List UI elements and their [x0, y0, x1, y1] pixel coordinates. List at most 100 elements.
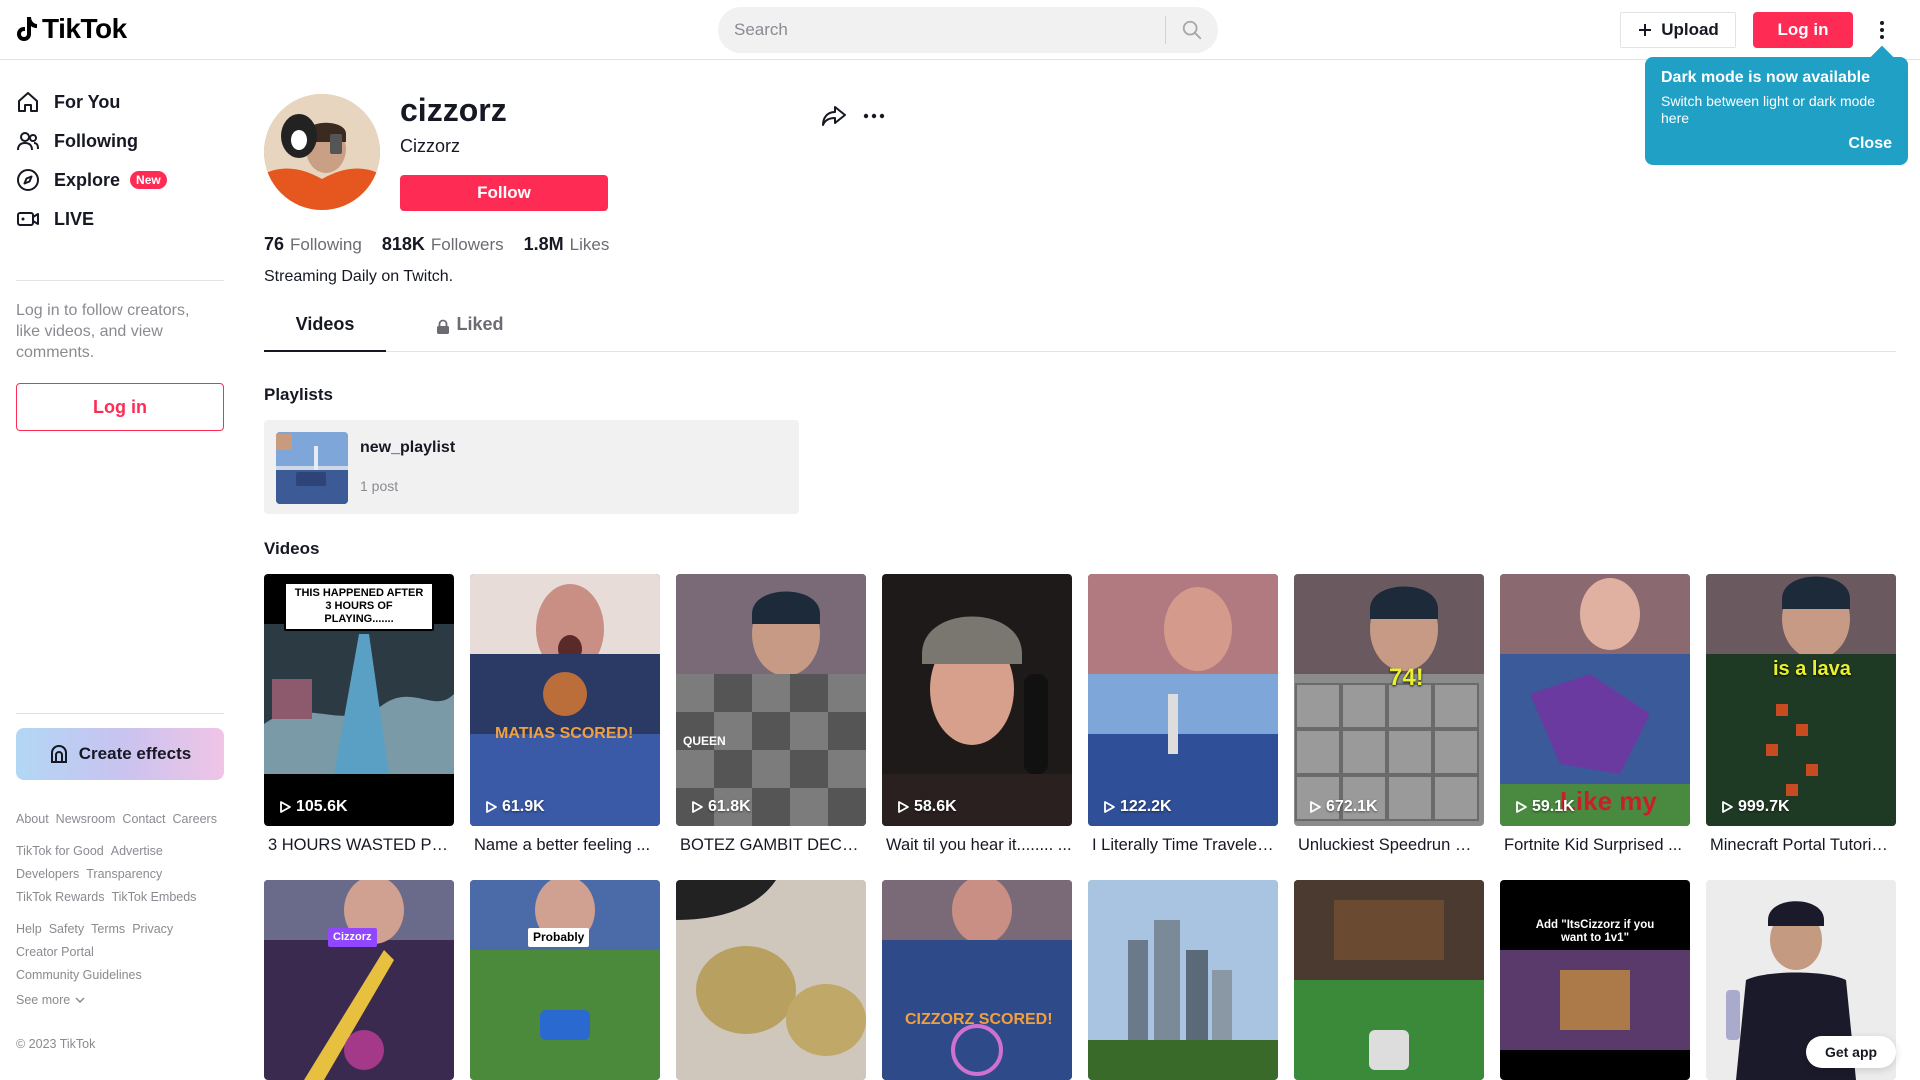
footer-link-help[interactable]: Help — [16, 922, 42, 936]
likes-count: 1.8M — [523, 234, 564, 254]
profile-nickname: Cizzorz — [400, 136, 461, 156]
view-count: 61.9K — [484, 798, 545, 816]
following-count: 76 — [264, 234, 285, 254]
view-count-value: 672.1K — [1326, 798, 1378, 815]
video-card[interactable]: Probably — [470, 880, 660, 1080]
footer-link-tiktok-for-good[interactable]: TikTok for Good — [16, 844, 104, 858]
copyright: © 2023 TikTok — [16, 1037, 96, 1051]
sidebar-divider — [16, 713, 224, 714]
video-card[interactable]: is a lava 999.7K Minecraft Portal Tutori… — [1706, 574, 1896, 855]
search-input[interactable] — [718, 7, 1165, 53]
video-title: 3 HOURS WASTED PLAYING... — [268, 836, 454, 854]
search-button[interactable] — [1166, 7, 1218, 53]
tab-videos[interactable]: Videos — [264, 314, 386, 352]
footer-link-advertise[interactable]: Advertise — [111, 844, 163, 858]
footer-link-developers[interactable]: Developers — [16, 867, 79, 881]
tiktok-note-icon — [17, 17, 37, 41]
footer-link-transparency[interactable]: Transparency — [86, 867, 162, 881]
nav-for-you[interactable]: For You — [16, 80, 120, 124]
home-icon — [16, 90, 40, 114]
video-thumbnail: 58.6K — [882, 574, 1072, 826]
profile-username: cizzorz — [400, 92, 507, 128]
video-card[interactable]: 58.6K Wait til you hear it........ ... — [882, 574, 1072, 855]
header-login-button[interactable]: Log in — [1753, 12, 1853, 48]
playlist-card[interactable]: new_playlist 1 post — [264, 420, 799, 514]
playlist-thumbnail — [276, 432, 348, 504]
video-thumbnail: 74! 672.1K — [1294, 574, 1484, 826]
footer-link-privacy[interactable]: Privacy — [132, 922, 173, 936]
avatar — [264, 94, 380, 210]
footer-link-tiktok-rewards[interactable]: TikTok Rewards — [16, 890, 104, 904]
play-icon — [1104, 801, 1115, 813]
video-thumbnail: CIZZORZ SCORED! — [882, 880, 1072, 1080]
view-count: 105.6K — [278, 798, 348, 816]
view-count: 672.1K — [1308, 798, 1378, 816]
tooltip-close-button[interactable]: Close — [1848, 135, 1892, 153]
footer-link-about[interactable]: About — [16, 812, 49, 826]
playlists-heading: Playlists — [264, 385, 333, 404]
see-more-button[interactable]: See more — [16, 993, 85, 1007]
get-app-button[interactable]: Get app — [1806, 1036, 1896, 1068]
footer-link-contact[interactable]: Contact — [122, 812, 165, 826]
upload-button[interactable]: Upload — [1620, 12, 1736, 48]
video-card[interactable]: Like my 59.1K Fortnite Kid Surprised ... — [1500, 574, 1690, 855]
footer-link-safety[interactable]: Safety — [49, 922, 84, 936]
chevron-down-icon — [75, 997, 85, 1003]
footer-row: TikTok Rewards TikTok Embeds — [16, 890, 226, 904]
sidebar-login-button[interactable]: Log in — [16, 383, 224, 431]
nav-explore[interactable]: Explore New — [16, 158, 167, 202]
footer-row: Creator Portal — [16, 945, 226, 959]
share-button[interactable] — [820, 102, 848, 130]
tiktok-logo[interactable]: TikTok — [16, 13, 127, 45]
video-card[interactable]: QUEEN 61.8K BOTEZ GAMBIT DECLINED... — [676, 574, 866, 855]
video-thumbnail: QUEEN 61.8K — [676, 574, 866, 826]
plus-icon — [1639, 24, 1652, 36]
video-card[interactable]: MATIAS SCORED! 61.9K Name a better feeli… — [470, 574, 660, 855]
video-overlay-text: QUEEN — [683, 734, 726, 748]
nav-live[interactable]: LIVE — [16, 197, 94, 241]
footer-link-terms[interactable]: Terms — [91, 922, 125, 936]
create-effects-button[interactable]: Create effects — [16, 728, 224, 780]
play-icon — [486, 801, 497, 813]
view-count-value: 999.7K — [1738, 798, 1790, 815]
nav-following[interactable]: Following — [16, 119, 138, 163]
see-more-label: See more — [16, 993, 71, 1007]
video-card[interactable]: THIS HAPPENED AFTER 3 HOURS OF PLAYING..… — [264, 574, 454, 855]
share-icon — [822, 106, 846, 126]
video-card[interactable]: Cizzorz — [264, 880, 454, 1080]
video-title: Name a better feeling ... — [474, 836, 651, 854]
footer-link-tiktok-embeds[interactable]: TikTok Embeds — [111, 890, 196, 904]
video-card[interactable]: Add "ItsCizzorz if you want to 1v1" — [1500, 880, 1690, 1080]
video-card[interactable]: 74! 672.1K Unluckiest Speedrun Moment... — [1294, 574, 1484, 855]
video-overlay-text: is a lava — [1773, 658, 1851, 680]
video-card[interactable] — [676, 880, 866, 1080]
video-card[interactable] — [1088, 880, 1278, 1080]
video-thumbnail: Add "ItsCizzorz if you want to 1v1" — [1500, 880, 1690, 1080]
footer-link-careers[interactable]: Careers — [173, 812, 217, 826]
footer-link-creator-portal[interactable]: Creator Portal — [16, 945, 94, 959]
footer-link-community-guidelines[interactable]: Community Guidelines — [16, 968, 142, 982]
lock-icon — [437, 319, 450, 334]
nav-following-label: Following — [54, 130, 138, 151]
view-count-value: 105.6K — [296, 798, 348, 815]
following-stat[interactable]: 76 Following — [264, 234, 362, 255]
sidebar: For You Following Explore New LIVE Log i… — [0, 60, 240, 1080]
videos-heading: Videos — [264, 539, 320, 558]
video-thumbnail: THIS HAPPENED AFTER 3 HOURS OF PLAYING..… — [264, 574, 454, 826]
tooltip-text: Switch between light or dark mode here — [1661, 93, 1875, 126]
followers-stat[interactable]: 818K Followers — [382, 234, 504, 255]
view-count: 122.2K — [1102, 798, 1172, 816]
video-card[interactable] — [1294, 880, 1484, 1080]
more-menu-button[interactable] — [1870, 14, 1894, 46]
footer-link-newsroom[interactable]: Newsroom — [56, 812, 116, 826]
profile-more-button[interactable] — [862, 104, 886, 128]
compass-icon — [16, 168, 40, 192]
tab-liked[interactable]: Liked — [420, 314, 520, 352]
playlist-post-count: 1 post — [360, 478, 399, 494]
follow-button[interactable]: Follow — [400, 175, 608, 211]
video-card[interactable]: 122.2K I Literally Time Traveled... — [1088, 574, 1278, 855]
video-thumbnail: Cizzorz — [264, 880, 454, 1080]
video-title: BOTEZ GAMBIT DECLINED... — [680, 836, 866, 854]
video-card[interactable]: CIZZORZ SCORED! — [882, 880, 1072, 1080]
view-count: 61.8K — [690, 798, 751, 816]
